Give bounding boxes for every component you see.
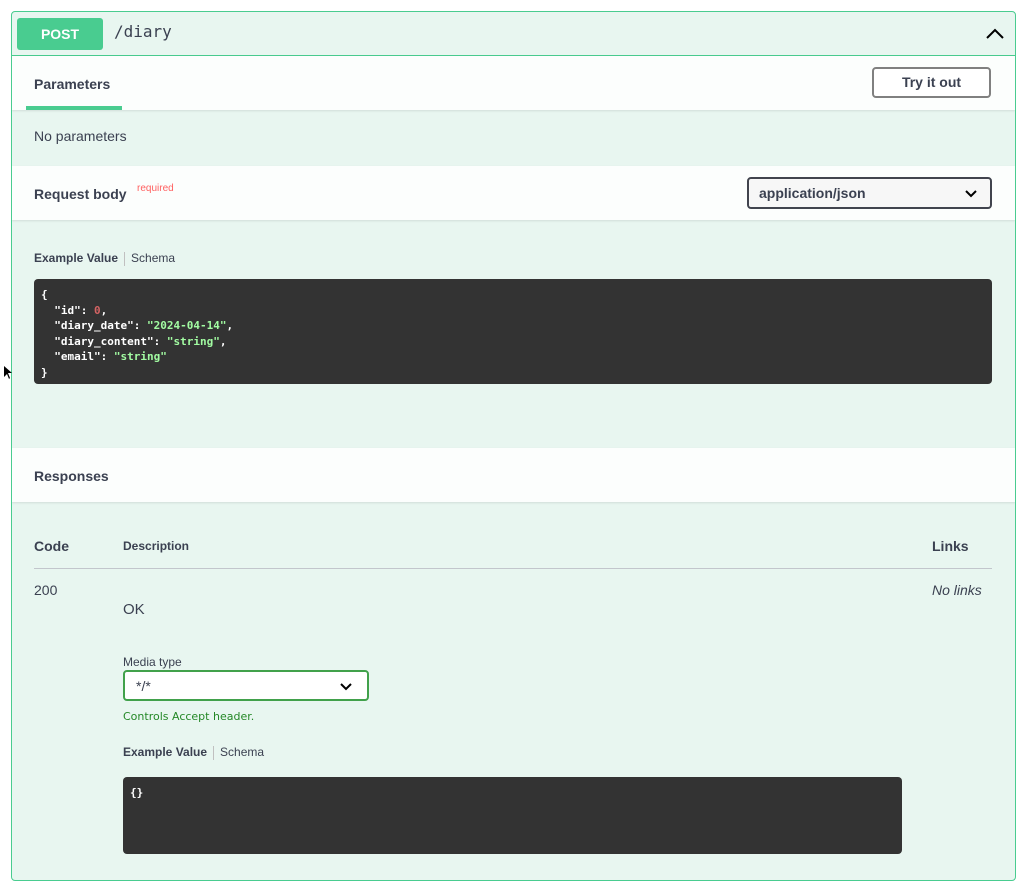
col-description-header: Description	[123, 539, 190, 553]
json-open-brace: {	[41, 288, 48, 301]
response-example-code[interactable]: {}	[123, 777, 902, 854]
json-comma: ,	[219, 334, 227, 348]
media-type-hint: Controls Accept header.	[123, 710, 255, 723]
json-close-brace: }	[41, 365, 48, 379]
request-example-code[interactable]: { "id": 0, "diary_date": "2024-04-14", "…	[34, 279, 992, 384]
response-example-tabs: Example Value Schema	[123, 745, 264, 760]
request-body-header: Request body required application/json	[12, 166, 1015, 220]
tab-schema[interactable]: Schema	[131, 251, 175, 265]
json-value: "string"	[166, 334, 220, 348]
responses-header: Responses	[12, 448, 1015, 502]
responses-title: Responses	[34, 468, 109, 484]
tab-divider	[124, 251, 126, 266]
json-key: "id"	[54, 303, 81, 317]
json-value: "2024-04-14"	[146, 319, 227, 332]
col-code-header: Code	[34, 538, 69, 554]
response-code: 200	[34, 582, 58, 598]
request-body-title: Request body	[34, 186, 127, 202]
request-example-tabs: Example Value Schema	[34, 251, 175, 266]
operation-summary[interactable]: POST /diary	[12, 12, 1015, 56]
tab-divider	[213, 745, 215, 760]
tab-example-value[interactable]: Example Value	[34, 251, 118, 265]
json-value: 0	[94, 303, 101, 317]
operation-path: /diary	[114, 22, 172, 41]
media-type-label: Media type	[123, 655, 182, 669]
chevron-down-icon	[965, 190, 977, 198]
no-parameters-text: No parameters	[34, 128, 127, 144]
json-key: "diary_date"	[54, 319, 134, 332]
json-key: "email"	[54, 350, 101, 363]
try-it-out-button[interactable]: Try it out	[872, 67, 991, 98]
chevron-up-icon[interactable]	[983, 22, 1007, 46]
parameters-header: Parameters Try it out	[12, 56, 1015, 110]
response-links: No links	[932, 582, 982, 598]
json-value: "string"	[113, 350, 167, 363]
media-type-select[interactable]: */*	[123, 670, 369, 701]
response-description: OK	[123, 601, 145, 618]
col-links-header: Links	[932, 538, 969, 554]
chevron-down-icon	[340, 683, 352, 691]
json-comma: ,	[226, 319, 234, 332]
mouse-pointer-icon	[4, 366, 12, 379]
content-type-select[interactable]: application/json	[747, 177, 992, 209]
tab-active-indicator	[26, 106, 122, 110]
json-comma: ,	[100, 303, 108, 317]
method-badge: POST	[17, 18, 103, 50]
tab-parameters[interactable]: Parameters	[34, 76, 110, 92]
tab-schema[interactable]: Schema	[220, 745, 264, 759]
table-divider	[34, 568, 992, 569]
json-key: "diary_content"	[54, 334, 154, 348]
content-type-value: application/json	[759, 185, 866, 201]
tab-example-value[interactable]: Example Value	[123, 745, 207, 759]
required-badge: required	[137, 183, 174, 194]
media-type-value: */*	[136, 678, 151, 694]
operation-block-post-diary: POST /diary Parameters Try it out No par…	[11, 11, 1016, 881]
